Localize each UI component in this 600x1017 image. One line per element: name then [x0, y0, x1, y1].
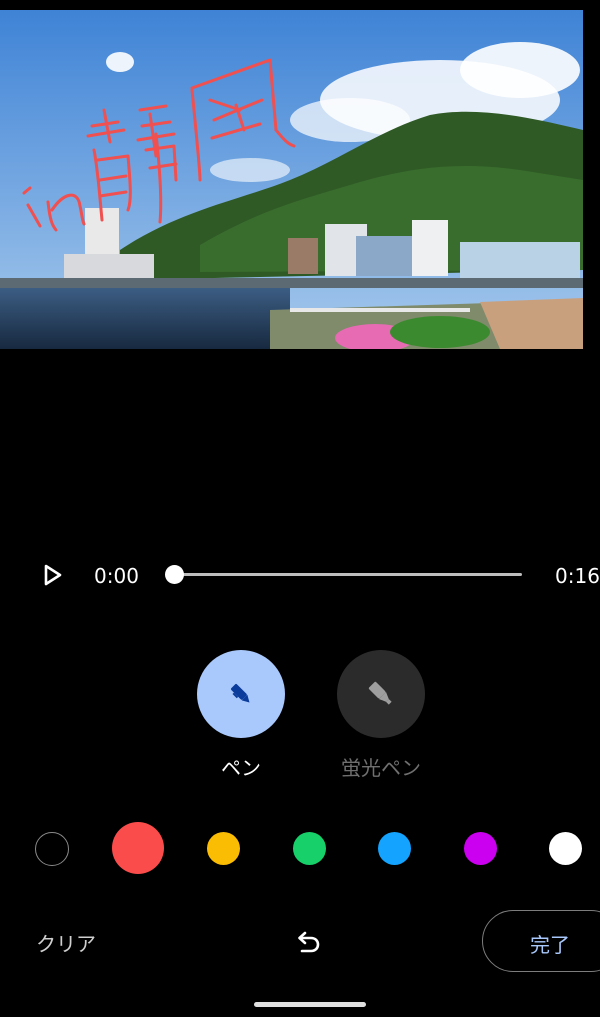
highlighter-tool-circle: [337, 650, 425, 738]
color-swatch-white[interactable]: [549, 832, 582, 865]
undo-button[interactable]: [290, 926, 324, 960]
video-preview[interactable]: [0, 10, 583, 349]
pen-tool-button[interactable]: ペン: [196, 650, 286, 781]
color-swatch-black[interactable]: [35, 832, 69, 866]
done-button[interactable]: 完了: [482, 910, 600, 972]
seek-bar[interactable]: [165, 565, 522, 584]
home-indicator[interactable]: [254, 1002, 366, 1007]
highlighter-tool-button[interactable]: 蛍光ペン: [335, 650, 427, 781]
play-icon: [44, 564, 62, 586]
total-time: 0:16: [555, 564, 600, 588]
highlighter-icon: [368, 681, 392, 705]
video-frame-image: [0, 10, 583, 349]
color-swatch-yellow[interactable]: [207, 832, 240, 865]
play-button[interactable]: [38, 561, 68, 589]
pen-tool-circle: [197, 650, 285, 738]
undo-icon: [298, 931, 320, 953]
pen-tool-label: ペン: [221, 756, 261, 780]
color-swatch-blue[interactable]: [378, 832, 411, 865]
seek-thumb[interactable]: [165, 565, 184, 584]
clear-button[interactable]: クリア: [36, 928, 96, 957]
done-button-label: 完了: [530, 933, 570, 957]
color-swatch-purple[interactable]: [464, 832, 497, 865]
playback-bar: 0:00 0:16: [0, 555, 600, 595]
color-swatch-green[interactable]: [293, 832, 326, 865]
highlighter-tool-label: 蛍光ペン: [341, 756, 421, 780]
color-swatch-red[interactable]: [112, 822, 164, 874]
current-time: 0:00: [94, 564, 139, 588]
pen-icon: [231, 684, 250, 703]
